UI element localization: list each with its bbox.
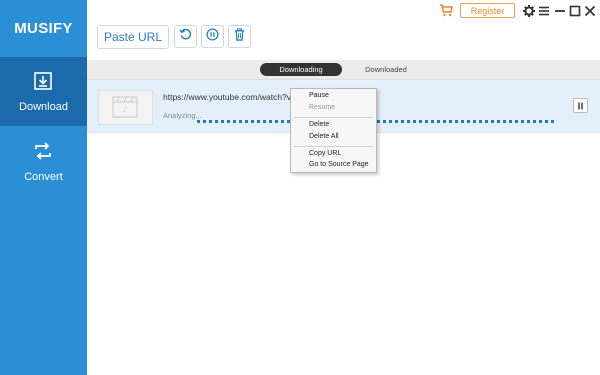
menu-item-delete[interactable]: Delete — [309, 121, 329, 128]
convert-icon — [33, 141, 53, 161]
tab-bar: Downloading Downloaded — [87, 60, 600, 80]
download-url: https://www.youtube.com/watch?v= — [163, 92, 296, 102]
menu-separator — [294, 117, 373, 118]
sidebar-item-convert[interactable]: Convert — [0, 127, 87, 196]
menu-item-resume: Resume — [309, 104, 336, 111]
menu-separator — [294, 146, 373, 147]
trash-icon — [233, 27, 246, 46]
pause-all-button[interactable] — [201, 25, 224, 48]
menu-item-copy-url[interactable]: Copy URL — [309, 150, 341, 157]
refresh-icon — [179, 28, 192, 46]
paste-url-button[interactable]: Paste URL — [97, 25, 169, 49]
svg-text:♪: ♪ — [123, 106, 127, 114]
toolbar: Paste URL Register — [87, 0, 600, 60]
menu-item-delete-all[interactable]: Delete All — [309, 133, 339, 140]
download-icon — [33, 71, 53, 91]
video-icon: ♪ — [112, 96, 138, 123]
register-button[interactable]: Register — [460, 3, 515, 18]
menu-item-pause[interactable]: Pause — [309, 92, 329, 99]
maximize-icon[interactable] — [569, 4, 581, 17]
video-thumbnail: ♪ — [98, 90, 153, 125]
pause-icon — [577, 97, 584, 115]
sidebar-item-label: Download — [19, 101, 68, 113]
tab-downloaded[interactable]: Downloaded — [347, 63, 425, 76]
row-pause-button[interactable] — [573, 98, 588, 113]
delete-button[interactable] — [228, 25, 251, 48]
minimize-icon[interactable] — [554, 4, 566, 16]
app-logo: MUSIFY — [14, 20, 73, 37]
tab-downloading[interactable]: Downloading — [260, 63, 342, 76]
menu-item-go-to-source[interactable]: Go to Source Page — [309, 161, 369, 168]
menu-icon[interactable] — [538, 4, 550, 16]
refresh-button[interactable] — [174, 25, 197, 48]
gear-icon[interactable] — [523, 4, 535, 17]
sidebar-item-download[interactable]: Download — [0, 57, 87, 126]
close-icon[interactable] — [584, 4, 596, 17]
context-menu: Pause Resume Delete Delete All Copy URL … — [290, 88, 377, 173]
cart-icon[interactable] — [439, 4, 453, 17]
pause-all-icon — [206, 27, 219, 46]
sidebar: MUSIFY Download Convert — [0, 0, 87, 375]
download-status: Analyzing... — [163, 111, 202, 120]
sidebar-item-label: Convert — [24, 171, 63, 183]
